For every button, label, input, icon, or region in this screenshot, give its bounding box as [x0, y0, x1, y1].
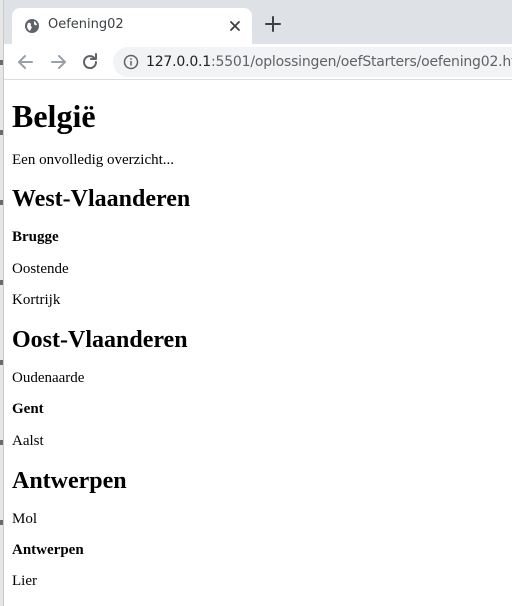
edge-mark [0, 200, 3, 205]
city-item: Brugge [12, 229, 59, 245]
tab-strip: Oefening02 [0, 0, 512, 44]
edge-mark [0, 360, 3, 365]
city-item: Mol [12, 511, 38, 527]
city-item: Gent [12, 401, 44, 417]
back-arrow-icon[interactable] [16, 52, 36, 72]
city-item: Aalst [12, 433, 44, 449]
city-item: Oostende [12, 261, 69, 277]
info-icon[interactable] [123, 54, 139, 70]
forward-arrow-icon[interactable] [48, 52, 68, 72]
url-text[interactable]: 127.0.0.1:5501/oplossingen/oefStarters/o… [146, 54, 512, 70]
edge-mark [0, 520, 3, 525]
tab-title: Oefening02 [48, 17, 124, 32]
edge-mark [0, 130, 3, 135]
city-item: Oudenaarde [12, 370, 85, 386]
city-item: Lier [12, 573, 37, 589]
intro-text: Een onvolledig overzicht... [12, 152, 175, 168]
edge-mark [0, 280, 3, 285]
url-path: :5501/oplossingen/oefStarters/oefening02… [211, 54, 512, 70]
section-heading: Antwerpen [12, 468, 127, 494]
address-bar[interactable]: 127.0.0.1:5501/oplossingen/oefStarters/o… [113, 47, 512, 77]
plus-icon[interactable] [264, 15, 282, 33]
browser-toolbar: 127.0.0.1:5501/oplossingen/oefStarters/o… [0, 44, 512, 80]
reload-icon[interactable] [80, 52, 100, 72]
city-item: Antwerpen [12, 542, 84, 558]
section-heading: West-Vlaanderen [12, 186, 191, 212]
city-item: Kortrijk [12, 292, 61, 308]
browser-tab[interactable]: Oefening02 [12, 8, 252, 44]
background-window-edge [0, 0, 4, 606]
section-heading: Oost-Vlaanderen [12, 327, 188, 353]
close-icon[interactable] [227, 18, 243, 34]
url-host: 127.0.0.1 [146, 54, 211, 70]
page-title: België [12, 98, 96, 134]
edge-mark [0, 440, 3, 445]
globe-icon [25, 19, 39, 33]
edge-mark [0, 60, 3, 65]
